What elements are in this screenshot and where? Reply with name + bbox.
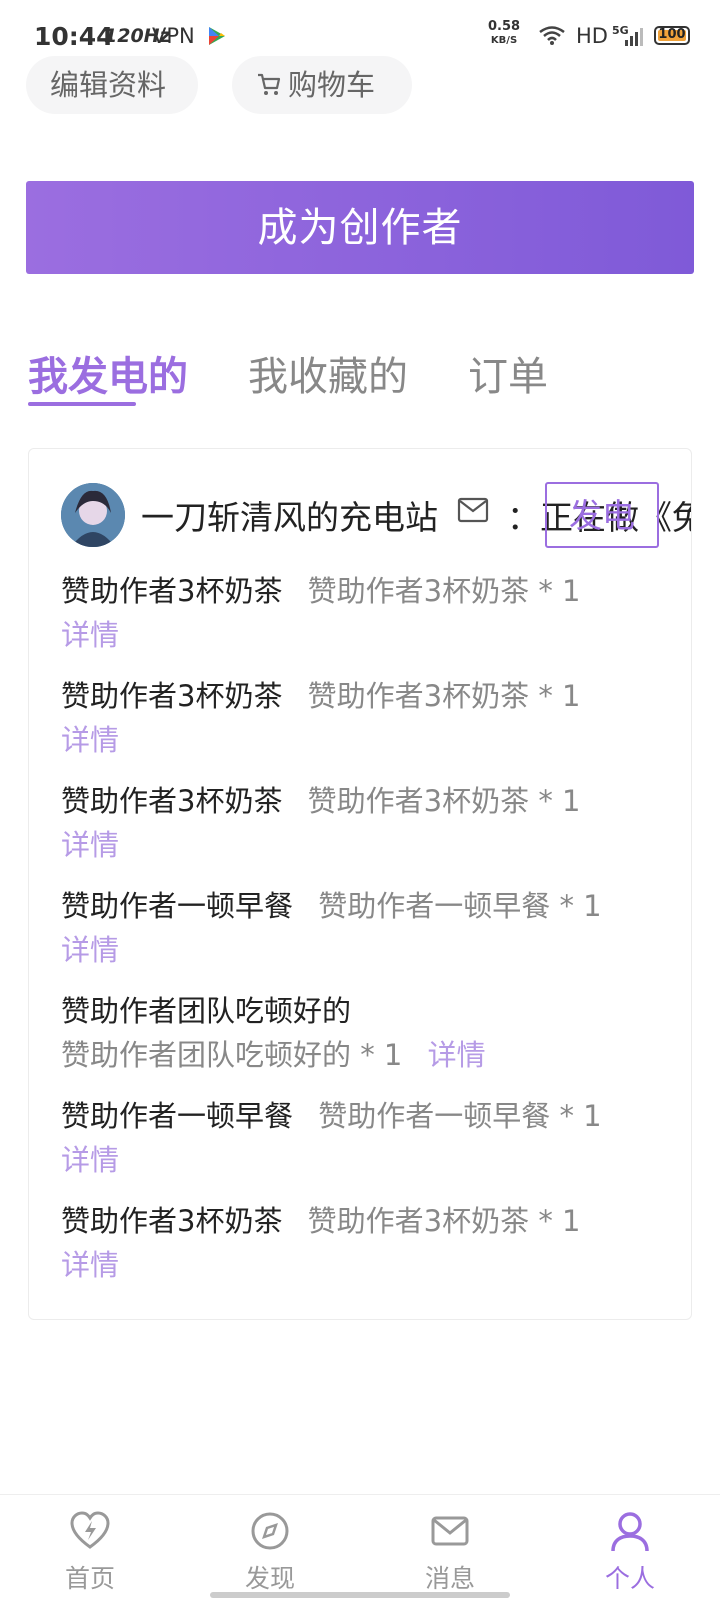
item-desc: 赞助作者团队吃顿好的 * 1 — [61, 1038, 403, 1072]
item-name: 赞助作者3杯奶茶 — [61, 784, 283, 818]
detail-link[interactable]: 详情 — [61, 933, 119, 967]
list-item: 赞助作者3杯奶茶 赞助作者3杯奶茶 * 1 详情 — [61, 1199, 671, 1304]
item-name: 赞助作者3杯奶茶 — [61, 574, 283, 608]
status-time: 10:44 — [34, 22, 114, 51]
item-name: 赞助作者一顿早餐 — [61, 1099, 294, 1133]
avatar[interactable] — [61, 483, 125, 547]
nav-home[interactable]: 首页 — [30, 1509, 150, 1595]
gesture-bar[interactable] — [210, 1592, 510, 1598]
detail-link[interactable]: 详情 — [428, 1038, 486, 1072]
nav-discover-label: 发现 — [244, 1564, 295, 1593]
sponsor-list: 赞助作者3杯奶茶 赞助作者3杯奶茶 * 1 详情 赞助作者3杯奶茶 赞助作者3杯… — [61, 569, 671, 1304]
cart-button[interactable]: 购物车 — [232, 56, 412, 114]
edit-profile-label: 编辑资料 — [50, 68, 167, 102]
list-item: 赞助作者3杯奶茶 赞助作者3杯奶茶 * 1 详情 — [61, 674, 671, 779]
person-icon — [570, 1509, 690, 1553]
tab-charged[interactable]: 我发电的 — [28, 344, 188, 402]
list-item: 赞助作者一顿早餐 赞助作者一顿早餐 * 1 详情 — [61, 884, 671, 989]
wifi-icon — [538, 25, 566, 49]
nav-messages[interactable]: 消息 — [390, 1509, 510, 1595]
bottom-nav: 首页 发现 消息 个人 — [0, 1494, 720, 1601]
item-desc: 赞助作者3杯奶茶 * 1 — [307, 679, 581, 713]
list-item: 赞助作者团队吃顿好的 赞助作者团队吃顿好的 * 1 详情 — [61, 989, 671, 1094]
hd-indicator: HD — [576, 24, 608, 48]
item-desc: 赞助作者3杯奶茶 * 1 — [307, 574, 581, 608]
network-speed: 0.58 KB/S — [488, 20, 520, 48]
nav-messages-label: 消息 — [424, 1564, 475, 1593]
edit-profile-button[interactable]: 编辑资料 — [26, 56, 198, 114]
cart-label: 购物车 — [288, 68, 376, 102]
heart-bolt-icon — [30, 1509, 150, 1553]
nav-home-label: 首页 — [64, 1564, 115, 1593]
detail-link[interactable]: 详情 — [61, 1143, 119, 1177]
battery-level: 100 — [658, 27, 686, 42]
detail-link[interactable]: 详情 — [61, 723, 119, 757]
item-name: 赞助作者团队吃顿好的 — [61, 994, 352, 1028]
cart-icon — [256, 58, 282, 116]
play-store-icon — [208, 26, 226, 50]
item-name: 赞助作者3杯奶茶 — [61, 1204, 283, 1238]
nav-profile[interactable]: 个人 — [570, 1509, 690, 1595]
item-desc: 赞助作者一顿早餐 * 1 — [318, 1099, 602, 1133]
charge-button[interactable]: 发电 — [545, 482, 659, 548]
list-item: 赞助作者一顿早餐 赞助作者一顿早餐 * 1 详情 — [61, 1094, 671, 1199]
battery-icon: 100 — [654, 26, 690, 45]
tab-favorites[interactable]: 我收藏的 — [248, 344, 408, 402]
detail-link[interactable]: 详情 — [61, 618, 119, 652]
item-desc: 赞助作者一顿早餐 * 1 — [318, 889, 602, 923]
become-creator-button[interactable]: 成为创作者 — [26, 181, 694, 274]
mail-icon — [390, 1509, 510, 1553]
nav-discover[interactable]: 发现 — [210, 1509, 330, 1595]
signal-icon — [624, 26, 646, 50]
speed-unit: KB/S — [490, 35, 518, 46]
speed-value: 0.58 — [488, 19, 521, 34]
active-tab-indicator — [28, 402, 136, 406]
detail-link[interactable]: 详情 — [61, 1248, 119, 1282]
item-name: 赞助作者3杯奶茶 — [61, 679, 283, 713]
list-item: 赞助作者3杯奶茶 赞助作者3杯奶茶 * 1 详情 — [61, 569, 671, 674]
compass-icon — [210, 1509, 330, 1553]
list-item: 赞助作者3杯奶茶 赞助作者3杯奶茶 * 1 详情 — [61, 779, 671, 884]
nav-profile-label: 个人 — [604, 1564, 655, 1593]
charging-station-card: 一刀斩清风的充电站 ：正在做《兔羊 发电 赞助作者3杯奶茶 赞助作者3杯奶茶 *… — [28, 448, 692, 1320]
vpn-indicator: VPN — [152, 24, 195, 48]
mail-icon[interactable] — [457, 497, 489, 527]
detail-link[interactable]: 详情 — [61, 828, 119, 862]
item-desc: 赞助作者3杯奶茶 * 1 — [307, 784, 581, 818]
item-desc: 赞助作者3杯奶茶 * 1 — [307, 1204, 581, 1238]
item-name: 赞助作者一顿早餐 — [61, 889, 294, 923]
tab-orders[interactable]: 订单 — [468, 344, 548, 402]
station-name[interactable]: 一刀斩清风的充电站 — [141, 491, 438, 539]
